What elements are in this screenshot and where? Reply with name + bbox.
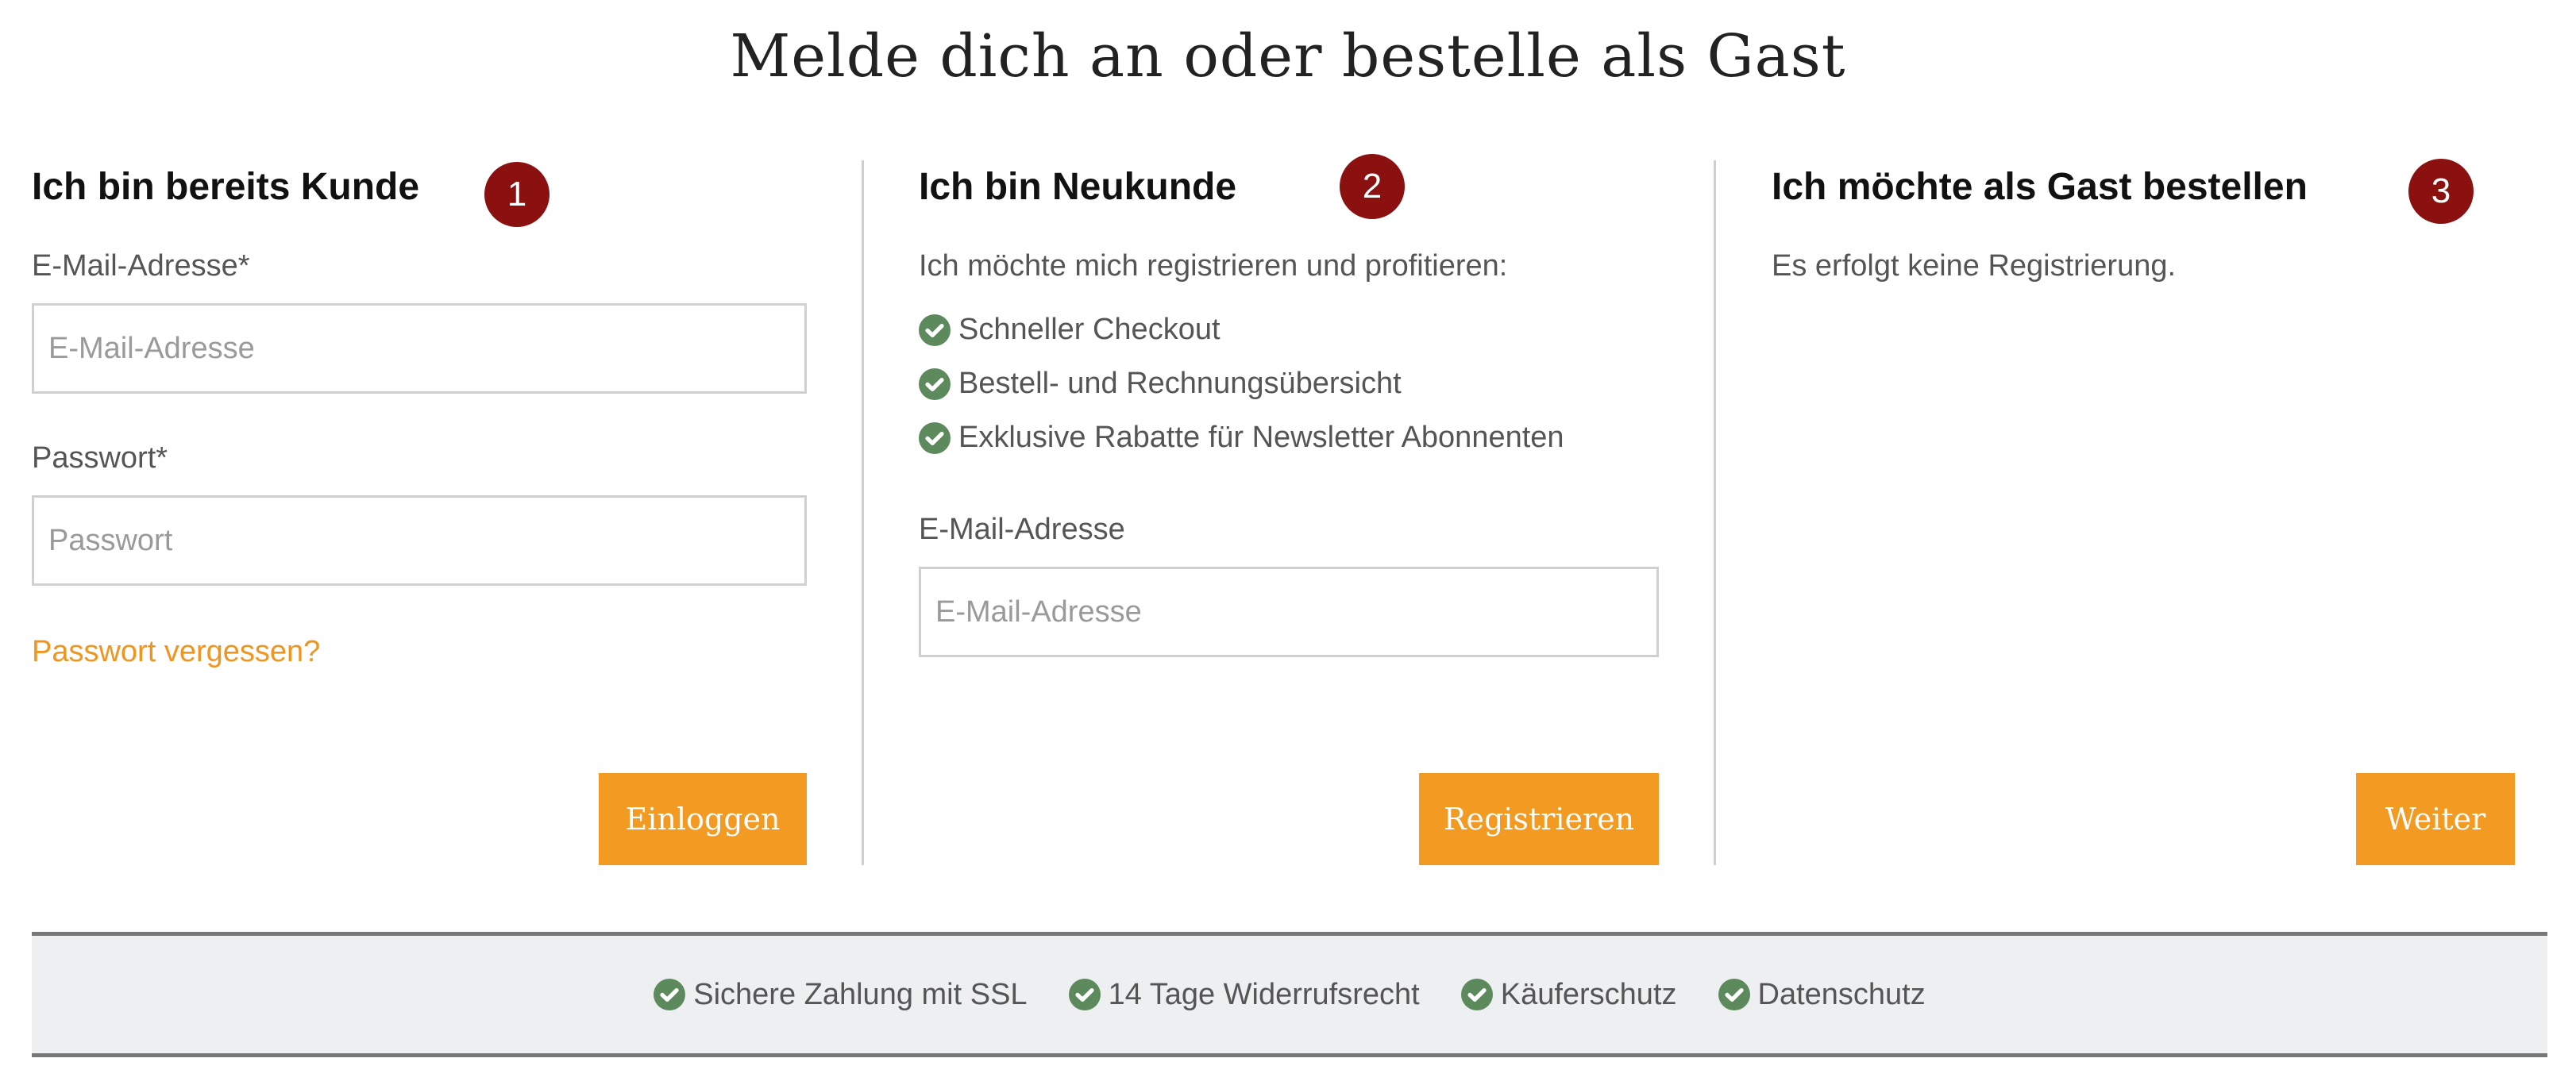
check-circle-icon bbox=[919, 314, 951, 346]
existing-customer-title: Ich bin bereits Kunde bbox=[32, 166, 420, 208]
checkout-login-page: Melde dich an oder bestelle als Gast Ich… bbox=[0, 0, 2576, 1089]
check-circle-icon bbox=[919, 421, 951, 454]
benefit-label: Schneller Checkout bbox=[958, 313, 1221, 346]
trust-item-label: Käuferschutz bbox=[1500, 977, 1677, 1011]
guest-section: Ich möchte als Gast bestellen 3 Es erfol… bbox=[1772, 159, 2518, 865]
trust-bar: Sichere Zahlung mit SSL 14 Tage Widerruf… bbox=[32, 932, 2547, 1057]
benefit-label: Exklusive Rabatte für Newsletter Abonnen… bbox=[958, 421, 1564, 454]
trust-item-buyer-protection: Käuferschutz bbox=[1460, 977, 1677, 1012]
password-input[interactable] bbox=[32, 495, 807, 586]
check-circle-icon bbox=[654, 979, 686, 1010]
page-title: Melde dich an oder bestelle als Gast bbox=[730, 22, 1846, 90]
check-circle-icon bbox=[1068, 979, 1101, 1010]
trust-item-label: Sichere Zahlung mit SSL bbox=[693, 977, 1028, 1011]
login-button[interactable]: Einloggen bbox=[599, 773, 807, 865]
benefit-item: Schneller Checkout bbox=[919, 313, 1221, 347]
new-customer-title: Ich bin Neukunde bbox=[919, 166, 1237, 208]
register-button[interactable]: Registrieren bbox=[1419, 773, 1659, 865]
trust-item-withdrawal: 14 Tage Widerrufsrecht bbox=[1068, 977, 1420, 1012]
column-divider bbox=[1714, 160, 1716, 865]
check-circle-icon bbox=[1460, 979, 1493, 1010]
benefit-label: Bestell- und Rechnungsübersicht bbox=[958, 367, 1402, 400]
password-label: Passwort* bbox=[32, 441, 168, 475]
trust-item-label: Datenschutz bbox=[1757, 977, 1926, 1011]
benefit-item: Exklusive Rabatte für Newsletter Abonnen… bbox=[919, 421, 1564, 455]
login-email-input[interactable] bbox=[32, 303, 807, 394]
column-divider bbox=[862, 160, 864, 865]
step-3-badge: 3 bbox=[2408, 159, 2474, 224]
register-email-input[interactable] bbox=[919, 567, 1659, 657]
guest-title: Ich möchte als Gast bestellen bbox=[1772, 166, 2308, 208]
trust-item-privacy: Datenschutz bbox=[1718, 978, 1926, 1012]
trust-items: Sichere Zahlung mit SSL 14 Tage Widerruf… bbox=[32, 936, 2547, 1053]
existing-customer-section: Ich bin bereits Kunde 1 E-Mail-Adresse* … bbox=[32, 159, 807, 865]
step-1-badge: 1 bbox=[484, 162, 550, 227]
benefit-item: Bestell- und Rechnungsübersicht bbox=[919, 367, 1402, 401]
new-customer-section: Ich bin Neukunde 2 Ich möchte mich regis… bbox=[919, 154, 1659, 865]
check-circle-icon bbox=[919, 367, 951, 400]
forgot-password-link[interactable]: Passwort vergessen? bbox=[32, 635, 320, 669]
guest-intro: Es erfolgt keine Registrierung. bbox=[1772, 249, 2177, 283]
check-circle-icon bbox=[1718, 979, 1750, 1010]
guest-continue-button[interactable]: Weiter bbox=[2356, 773, 2515, 865]
login-email-label: E-Mail-Adresse* bbox=[32, 249, 250, 283]
trust-item-label: 14 Tage Widerrufsrecht bbox=[1108, 977, 1420, 1011]
step-2-badge: 2 bbox=[1340, 154, 1405, 219]
register-email-label: E-Mail-Adresse bbox=[919, 513, 1125, 546]
trust-item-ssl: Sichere Zahlung mit SSL bbox=[654, 977, 1028, 1012]
new-customer-intro: Ich möchte mich registrieren und profiti… bbox=[919, 249, 1508, 283]
